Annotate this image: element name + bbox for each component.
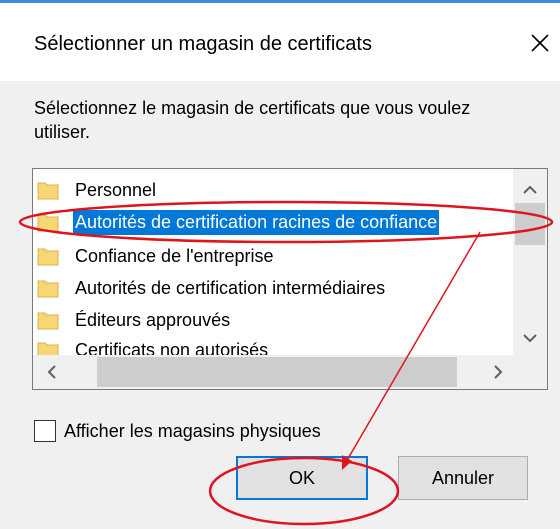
list-item-enterprise-trust[interactable]: Confiance de l'entreprise xyxy=(37,241,274,271)
folder-icon xyxy=(37,310,59,330)
close-icon[interactable] xyxy=(520,23,560,63)
instruction-text: Sélectionnez le magasin de certificats q… xyxy=(34,98,471,142)
horizontal-scrollbar[interactable] xyxy=(33,355,515,389)
scrollbar-corner xyxy=(513,355,547,389)
list-item-label: Confiance de l'entreprise xyxy=(75,245,274,266)
vertical-scroll-thumb[interactable] xyxy=(515,203,545,245)
vertical-scrollbar[interactable] xyxy=(513,169,547,355)
horizontal-scroll-thumb[interactable] xyxy=(97,357,457,387)
list-item-label: Autorités de certification intermédiaire… xyxy=(75,277,386,298)
list-item-trusted-publishers[interactable]: Éditeurs approuvés xyxy=(37,305,230,335)
certificate-store-dialog: Sélectionner un magasin de certificats S… xyxy=(0,0,560,529)
cancel-button[interactable]: Annuler xyxy=(398,456,528,500)
title-bar: Sélectionner un magasin de certificats xyxy=(0,3,560,81)
dialog-title: Sélectionner un magasin de certificats xyxy=(34,33,372,55)
scroll-left-icon[interactable] xyxy=(35,355,69,389)
folder-icon xyxy=(37,212,59,232)
checkbox-label: Afficher les magasins physiques xyxy=(64,420,321,441)
list-item-label: Éditeurs approuvés xyxy=(75,309,231,330)
scroll-right-icon[interactable] xyxy=(481,355,515,389)
list-item-trusted-root[interactable]: Autorités de certification racines de co… xyxy=(37,207,440,237)
show-physical-stores-checkbox[interactable]: Afficher les magasins physiques xyxy=(34,418,321,444)
checkbox-box[interactable] xyxy=(34,420,56,442)
list-item-label: Autorités de certification racines de co… xyxy=(73,209,440,235)
folder-icon xyxy=(37,246,59,266)
folder-icon xyxy=(37,180,59,200)
list-item-personnel[interactable]: Personnel xyxy=(37,175,156,205)
store-list[interactable]: Personnel Autorités de certification rac… xyxy=(32,168,548,390)
scroll-down-icon[interactable] xyxy=(513,321,547,355)
ok-button[interactable]: OK xyxy=(236,456,368,500)
list-item-intermediate[interactable]: Autorités de certification intermédiaire… xyxy=(37,273,385,303)
folder-icon xyxy=(37,278,59,298)
list-item-label: Personnel xyxy=(75,179,157,200)
scroll-up-icon[interactable] xyxy=(513,173,547,207)
